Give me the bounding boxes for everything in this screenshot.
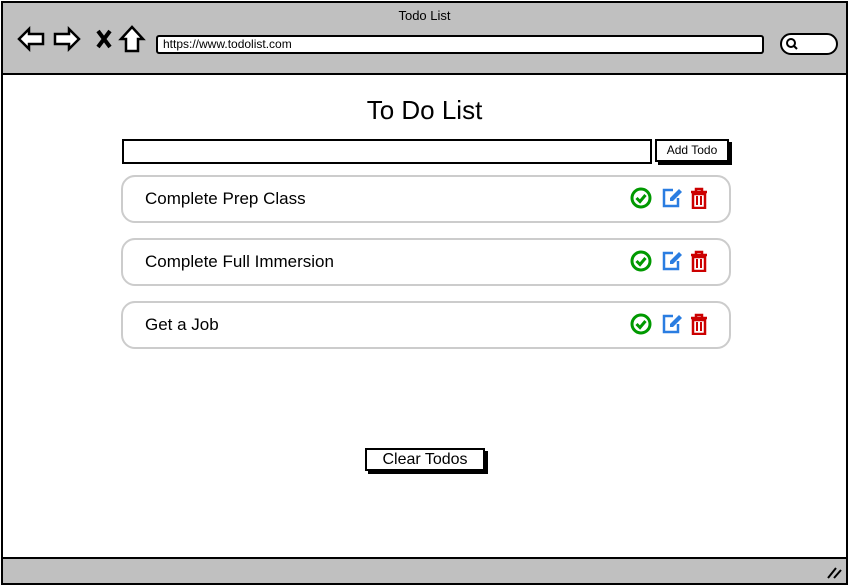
browser-window: Todo List https://www.todolist.com To Do… [1, 1, 848, 585]
add-todo-button[interactable]: Add Todo [655, 139, 729, 162]
todo-item: Complete Prep Class [121, 175, 731, 223]
todo-label: Complete Full Immersion [145, 252, 334, 271]
edit-icon[interactable] [661, 187, 683, 209]
browser-search[interactable] [780, 33, 838, 55]
status-bar [3, 557, 846, 583]
edit-icon[interactable] [661, 250, 683, 272]
edit-icon[interactable] [661, 313, 683, 335]
todo-label: Complete Prep Class [145, 189, 306, 208]
check-circle-icon[interactable] [630, 250, 652, 272]
trash-icon[interactable] [688, 250, 710, 272]
todo-input[interactable] [122, 139, 652, 164]
resize-grip-icon[interactable] [826, 565, 842, 579]
todo-item: Get a Job [121, 301, 731, 349]
window-title: Todo List [398, 8, 451, 23]
check-circle-icon[interactable] [630, 313, 652, 335]
close-icon[interactable] [91, 25, 119, 53]
home-icon[interactable] [118, 25, 146, 53]
todo-item: Complete Full Immersion [121, 238, 731, 286]
todo-label: Get a Job [145, 315, 219, 334]
page-title: To Do List [366, 95, 483, 125]
check-circle-icon[interactable] [630, 187, 652, 209]
trash-icon[interactable] [688, 313, 710, 335]
trash-icon[interactable] [688, 187, 710, 209]
back-arrow-icon[interactable] [17, 25, 45, 53]
url-bar[interactable]: https://www.todolist.com [156, 35, 764, 54]
search-icon [786, 38, 798, 50]
clear-todos-button[interactable]: Clear Todos [365, 448, 485, 471]
browser-toolbar: Todo List https://www.todolist.com [3, 3, 846, 75]
forward-arrow-icon[interactable] [53, 25, 81, 53]
